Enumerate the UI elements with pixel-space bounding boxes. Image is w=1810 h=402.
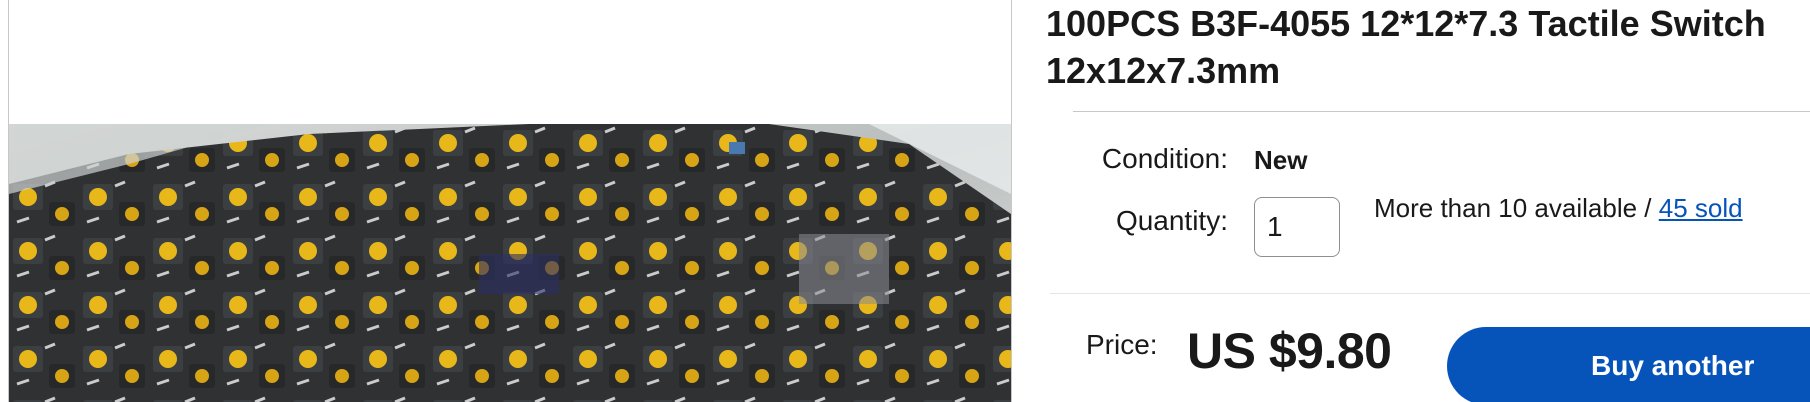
buy-another-button[interactable]: Buy another [1447, 327, 1810, 402]
quantity-label: Quantity: [1115, 205, 1228, 236]
item-title: 100PCS B3F-4055 12*12*7.3 Tactile Switch… [1046, 3, 1766, 91]
quantity-input[interactable] [1254, 197, 1340, 257]
sold-count-link[interactable]: 45 sold [1659, 193, 1743, 223]
image-gallery[interactable] [8, 0, 1012, 402]
product-image[interactable] [9, 124, 1011, 402]
condition-label: Condition: [1101, 143, 1228, 174]
price-value: US $9.80 [1187, 323, 1392, 379]
availability-text: More than 10 available / 45 sold [1374, 193, 1743, 224]
condition-value: New [1254, 145, 1308, 175]
listing-page: 100PCS B3F-4055 12*12*7.3 Tactile Switch… [0, 0, 1810, 402]
divider [1073, 111, 1810, 112]
divider [1050, 293, 1810, 294]
availability-count: More than 10 available / [1374, 193, 1659, 223]
price-label: Price: [1086, 329, 1158, 360]
